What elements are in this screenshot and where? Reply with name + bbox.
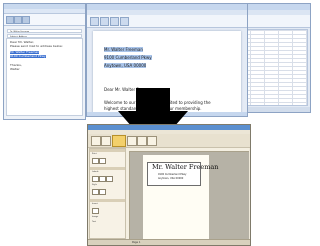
labels-button[interactable] bbox=[99, 176, 106, 182]
print-icon[interactable] bbox=[112, 135, 126, 147]
font-icon[interactable] bbox=[100, 17, 109, 26]
sidebar-header bbox=[90, 199, 125, 202]
address-line[interactable]: 9100 Cumberland Pkwy bbox=[104, 55, 152, 60]
document-ribbon bbox=[87, 15, 247, 28]
sidebar-label: Text bbox=[92, 221, 97, 223]
label-address-line[interactable]: Anytown, USA 00000 bbox=[158, 177, 183, 180]
text-icon[interactable] bbox=[127, 136, 137, 146]
email-window: To: Walter Freeman Subject: Address Dear… bbox=[3, 3, 86, 120]
open-icon[interactable] bbox=[101, 136, 111, 146]
preview-button[interactable] bbox=[99, 158, 106, 164]
page-indicator: Page 1 bbox=[132, 241, 141, 244]
label-name-text[interactable]: Mr. Walter Freeman bbox=[152, 164, 218, 171]
email-ribbon bbox=[4, 14, 85, 26]
sidebar-label: Print bbox=[92, 153, 97, 155]
format-icon[interactable] bbox=[22, 16, 30, 24]
vertical-ruler bbox=[126, 151, 130, 239]
sidebar-header bbox=[90, 149, 125, 152]
email-line: Walter bbox=[10, 67, 20, 71]
new-icon[interactable] bbox=[91, 136, 101, 146]
sidebar-label: Image bbox=[92, 216, 99, 218]
email-body[interactable]: Dear Mr. Walter, Please send mail to add… bbox=[6, 38, 83, 116]
address-label[interactable]: Mr. Walter Freeman 9100 Cumberland Pkwy … bbox=[147, 162, 218, 186]
send-icon[interactable] bbox=[6, 16, 14, 24]
image-icon[interactable] bbox=[137, 136, 147, 146]
labels-button[interactable] bbox=[92, 176, 99, 182]
to-field[interactable]: To: Walter Freeman bbox=[7, 29, 82, 33]
paste-icon[interactable] bbox=[90, 17, 99, 26]
sidebar-header bbox=[90, 167, 125, 170]
label-app-toolbar bbox=[88, 134, 250, 148]
labels-button[interactable] bbox=[106, 176, 113, 182]
sidebar-label: Style bbox=[92, 184, 98, 186]
address-line[interactable]: Mr. Walter Freeman bbox=[104, 47, 143, 52]
label-sheet[interactable]: Mr. Walter Freeman 9100 Cumberland Pkwy … bbox=[143, 155, 218, 242]
style-button[interactable] bbox=[99, 189, 106, 195]
sidebar-label: Labels bbox=[92, 171, 99, 173]
label-status-bar: Page 1 bbox=[88, 239, 250, 245]
sidebar-label: Insert bbox=[92, 203, 98, 205]
down-arrow-icon bbox=[136, 88, 170, 112]
styles-icon[interactable] bbox=[120, 17, 129, 26]
paragraph-icon[interactable] bbox=[110, 17, 119, 26]
label-address-line[interactable]: 9100 Cumberland Pkwy bbox=[158, 173, 186, 176]
selected-address-line[interactable]: 9100 Cumberland Pkwy bbox=[10, 55, 46, 58]
email-line: Please send mail to address below: bbox=[10, 44, 63, 48]
style-button[interactable] bbox=[92, 189, 99, 195]
horizontal-ruler bbox=[126, 148, 249, 152]
attach-icon[interactable] bbox=[14, 16, 22, 24]
insert-button[interactable] bbox=[92, 208, 99, 214]
print-button[interactable] bbox=[92, 158, 99, 164]
address-line[interactable]: Anytown, USA 00000 bbox=[104, 63, 147, 68]
label-app-window: Print Labels Style Insert Image Text Mr.… bbox=[87, 124, 251, 246]
shape-icon[interactable] bbox=[147, 136, 157, 146]
label-sidebar: Print Labels Style Insert Image Text bbox=[89, 148, 126, 239]
